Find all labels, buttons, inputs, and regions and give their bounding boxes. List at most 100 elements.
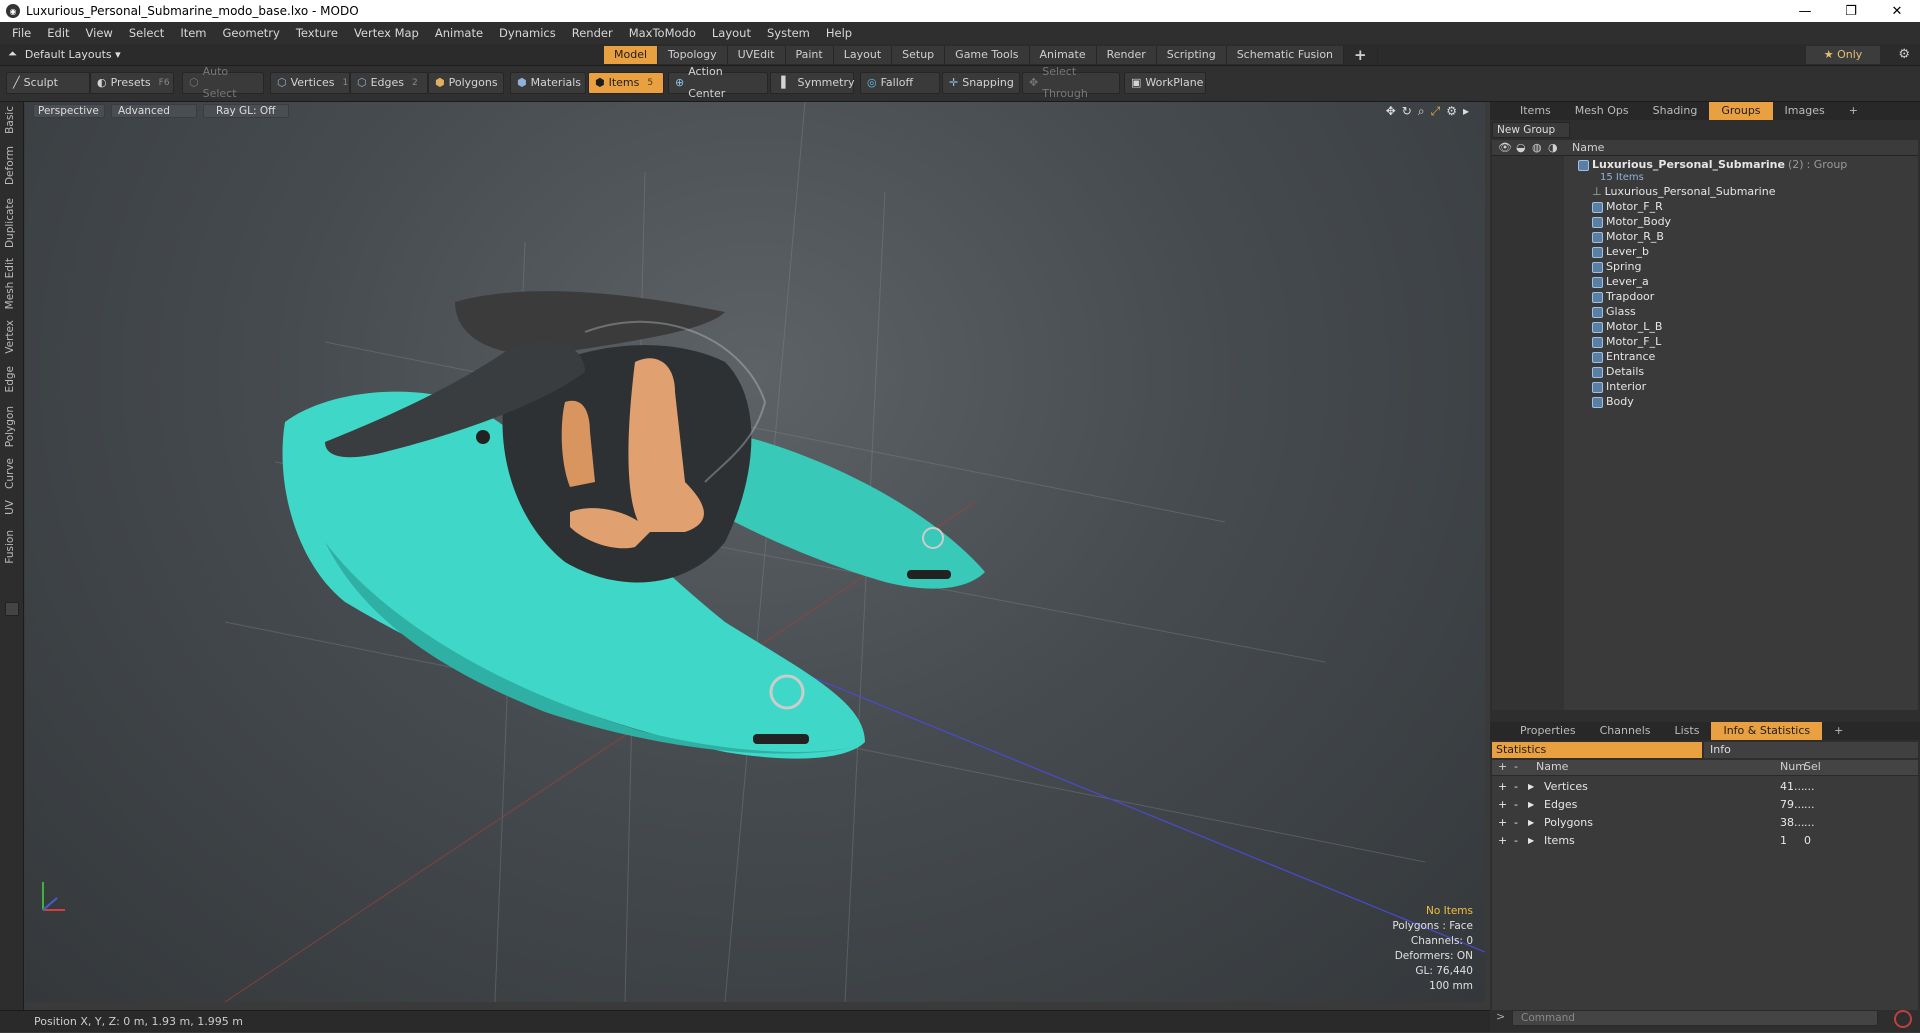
new-group-button[interactable]: New Group — [1492, 122, 1570, 138]
layout-collapse-icon[interactable]: ⏶ — [8, 47, 17, 61]
menu-edit[interactable]: Edit — [39, 26, 77, 40]
menu-help[interactable]: Help — [818, 26, 860, 40]
menu-view[interactable]: View — [78, 26, 121, 40]
polygons-button[interactable]: ⬢ Polygons — [428, 72, 504, 94]
tab-info-statistics[interactable]: Info & Statistics — [1711, 722, 1823, 740]
command-input[interactable]: Command — [1512, 1010, 1878, 1026]
tab-vertex[interactable]: Vertex — [4, 320, 16, 354]
tab-curve[interactable]: Curve — [4, 458, 16, 489]
select-col-icon[interactable]: ◑ — [1548, 141, 1558, 154]
tab-mesh-ops[interactable]: Mesh Ops — [1563, 102, 1641, 120]
visibility-col-icon[interactable]: 👁 — [1498, 141, 1512, 154]
menu-file[interactable]: File — [4, 26, 39, 40]
menu-dynamics[interactable]: Dynamics — [491, 26, 564, 40]
menu-system[interactable]: System — [759, 26, 818, 40]
menu-texture[interactable]: Texture — [288, 26, 346, 40]
restore-icon[interactable]: ❐ — [1828, 0, 1874, 22]
table-row[interactable]: + - ▶ Items 1 0 — [1492, 832, 1918, 850]
table-row[interactable]: + - ▶ Polygons 38... ... — [1492, 814, 1918, 832]
menu-vertex-map[interactable]: Vertex Map — [346, 26, 427, 40]
auto-select-button[interactable]: ⬡ Auto Select — [182, 65, 264, 100]
render-col-icon[interactable]: ◒ — [1516, 141, 1526, 154]
info-tab[interactable]: Info — [1704, 742, 1918, 758]
presets-button[interactable]: ◐ Presets F6 — [90, 72, 174, 94]
tab-polygon[interactable]: Polygon — [4, 406, 16, 447]
add-bottom-tab-icon[interactable]: + — [1822, 722, 1855, 740]
materials-button[interactable]: ⬢ Materials — [510, 72, 586, 94]
tab-images[interactable]: Images — [1773, 102, 1837, 120]
tab-items[interactable]: Items — [1508, 102, 1563, 120]
falloff-button[interactable]: ◎ Falloff — [860, 72, 940, 94]
close-icon[interactable]: ✕ — [1874, 0, 1920, 22]
tab-paint[interactable]: Paint — [785, 46, 834, 64]
snapping-button[interactable]: ✛ Snapping — [942, 72, 1020, 94]
menu-animate[interactable]: Animate — [427, 26, 491, 40]
tab-game-tools[interactable]: Game Tools — [945, 46, 1030, 64]
remove-icon[interactable]: - — [1514, 832, 1518, 850]
tab-layout[interactable]: Layout — [833, 46, 893, 64]
add-icon[interactable]: + — [1498, 832, 1507, 850]
tab-channels[interactable]: Channels — [1588, 722, 1663, 740]
expand-icon[interactable]: ▶ — [1528, 814, 1534, 832]
tab-properties[interactable]: Properties — [1508, 722, 1588, 740]
add-icon[interactable]: + — [1498, 796, 1507, 814]
menu-item[interactable]: Item — [172, 26, 214, 40]
tab-lists[interactable]: Lists — [1663, 722, 1712, 740]
select-through-button[interactable]: ✥ Select Through — [1022, 65, 1120, 100]
add-panel-tab-icon[interactable]: + — [1837, 102, 1870, 120]
expand-icon[interactable]: ▶ — [1528, 832, 1534, 850]
menu-geometry[interactable]: Geometry — [215, 26, 288, 40]
sculpt-button[interactable]: ╱ Sculpt — [6, 72, 90, 94]
action-center-button[interactable]: ⊕ Action Center — [668, 65, 768, 100]
name-column-header[interactable]: Name — [1572, 141, 1604, 154]
table-row[interactable]: + - ▶ Edges 79... ... — [1492, 796, 1918, 814]
symmetry-button[interactable]: ▐ Symmetry — [770, 72, 855, 94]
remove-icon[interactable]: - — [1514, 796, 1518, 814]
statistics-tab[interactable]: Statistics — [1492, 742, 1702, 758]
add-col-icon[interactable]: + — [1498, 760, 1507, 773]
remove-col-icon[interactable]: - — [1514, 760, 1518, 773]
items-button[interactable]: ⬢ Items 5 — [588, 72, 664, 94]
table-row[interactable]: + - ▶ Vertices 41... ... — [1492, 778, 1918, 796]
expand-icon[interactable]: ▶ — [1528, 796, 1534, 814]
add-icon[interactable]: + — [1498, 778, 1507, 796]
tab-basic[interactable]: Basic — [4, 106, 16, 134]
tab-schematic-fusion[interactable]: Schematic Fusion — [1226, 46, 1345, 64]
tab-duplicate[interactable]: Duplicate — [4, 198, 16, 248]
only-button[interactable]: ★ Only — [1806, 46, 1880, 64]
menu-maxtomodo[interactable]: MaxToModo — [621, 26, 704, 40]
remove-icon[interactable]: - — [1514, 814, 1518, 832]
tab-model[interactable]: Model — [604, 46, 659, 64]
layout-dropdown[interactable]: ⏶ Default Layouts ▾ — [8, 47, 121, 61]
sel-column-header[interactable]: Sel — [1804, 760, 1821, 773]
tab-shading[interactable]: Shading — [1641, 102, 1710, 120]
minimize-icon[interactable]: — — [1782, 0, 1828, 22]
remove-icon[interactable]: - — [1514, 778, 1518, 796]
tab-uv[interactable]: UV — [4, 500, 16, 515]
vertices-button[interactable]: ⬡ Vertices 1 — [270, 72, 350, 94]
menu-select[interactable]: Select — [121, 26, 172, 40]
tab-edge[interactable]: Edge — [4, 366, 16, 392]
menu-layout[interactable]: Layout — [704, 26, 759, 40]
tab-mesh-edit[interactable]: Mesh Edit — [4, 258, 16, 309]
add-icon[interactable]: + — [1498, 814, 1507, 832]
tab-setup[interactable]: Setup — [892, 46, 946, 64]
tab-fusion[interactable]: Fusion — [4, 530, 16, 564]
menu-render[interactable]: Render — [564, 26, 621, 40]
gear-icon[interactable]: ⚙ — [1898, 47, 1910, 62]
workplane-button[interactable]: ▣ WorkPlane — [1124, 72, 1206, 94]
tree-item[interactable]: Body — [1592, 393, 1634, 411]
edges-button[interactable]: ⬡ Edges 2 — [350, 72, 428, 94]
tab-scripting[interactable]: Scripting — [1156, 46, 1227, 64]
lock-col-icon[interactable]: ◍ — [1532, 141, 1542, 154]
scene-render[interactable] — [25, 102, 1485, 1002]
name-column-header[interactable]: Name — [1536, 760, 1568, 773]
command-record-icon[interactable] — [1894, 1010, 1912, 1028]
strip-toggle-icon[interactable] — [5, 602, 19, 616]
num-column-header[interactable]: Num — [1780, 760, 1806, 773]
tab-deform[interactable]: Deform — [4, 146, 16, 185]
add-tab-button[interactable]: + — [1344, 46, 1378, 64]
tab-groups[interactable]: Groups — [1709, 102, 1773, 120]
3d-viewport[interactable]: Perspective Advanced Ray GL: Off ✥ ↻ ⌕ ⤢… — [25, 102, 1485, 1002]
expand-icon[interactable]: ▶ — [1528, 778, 1534, 796]
